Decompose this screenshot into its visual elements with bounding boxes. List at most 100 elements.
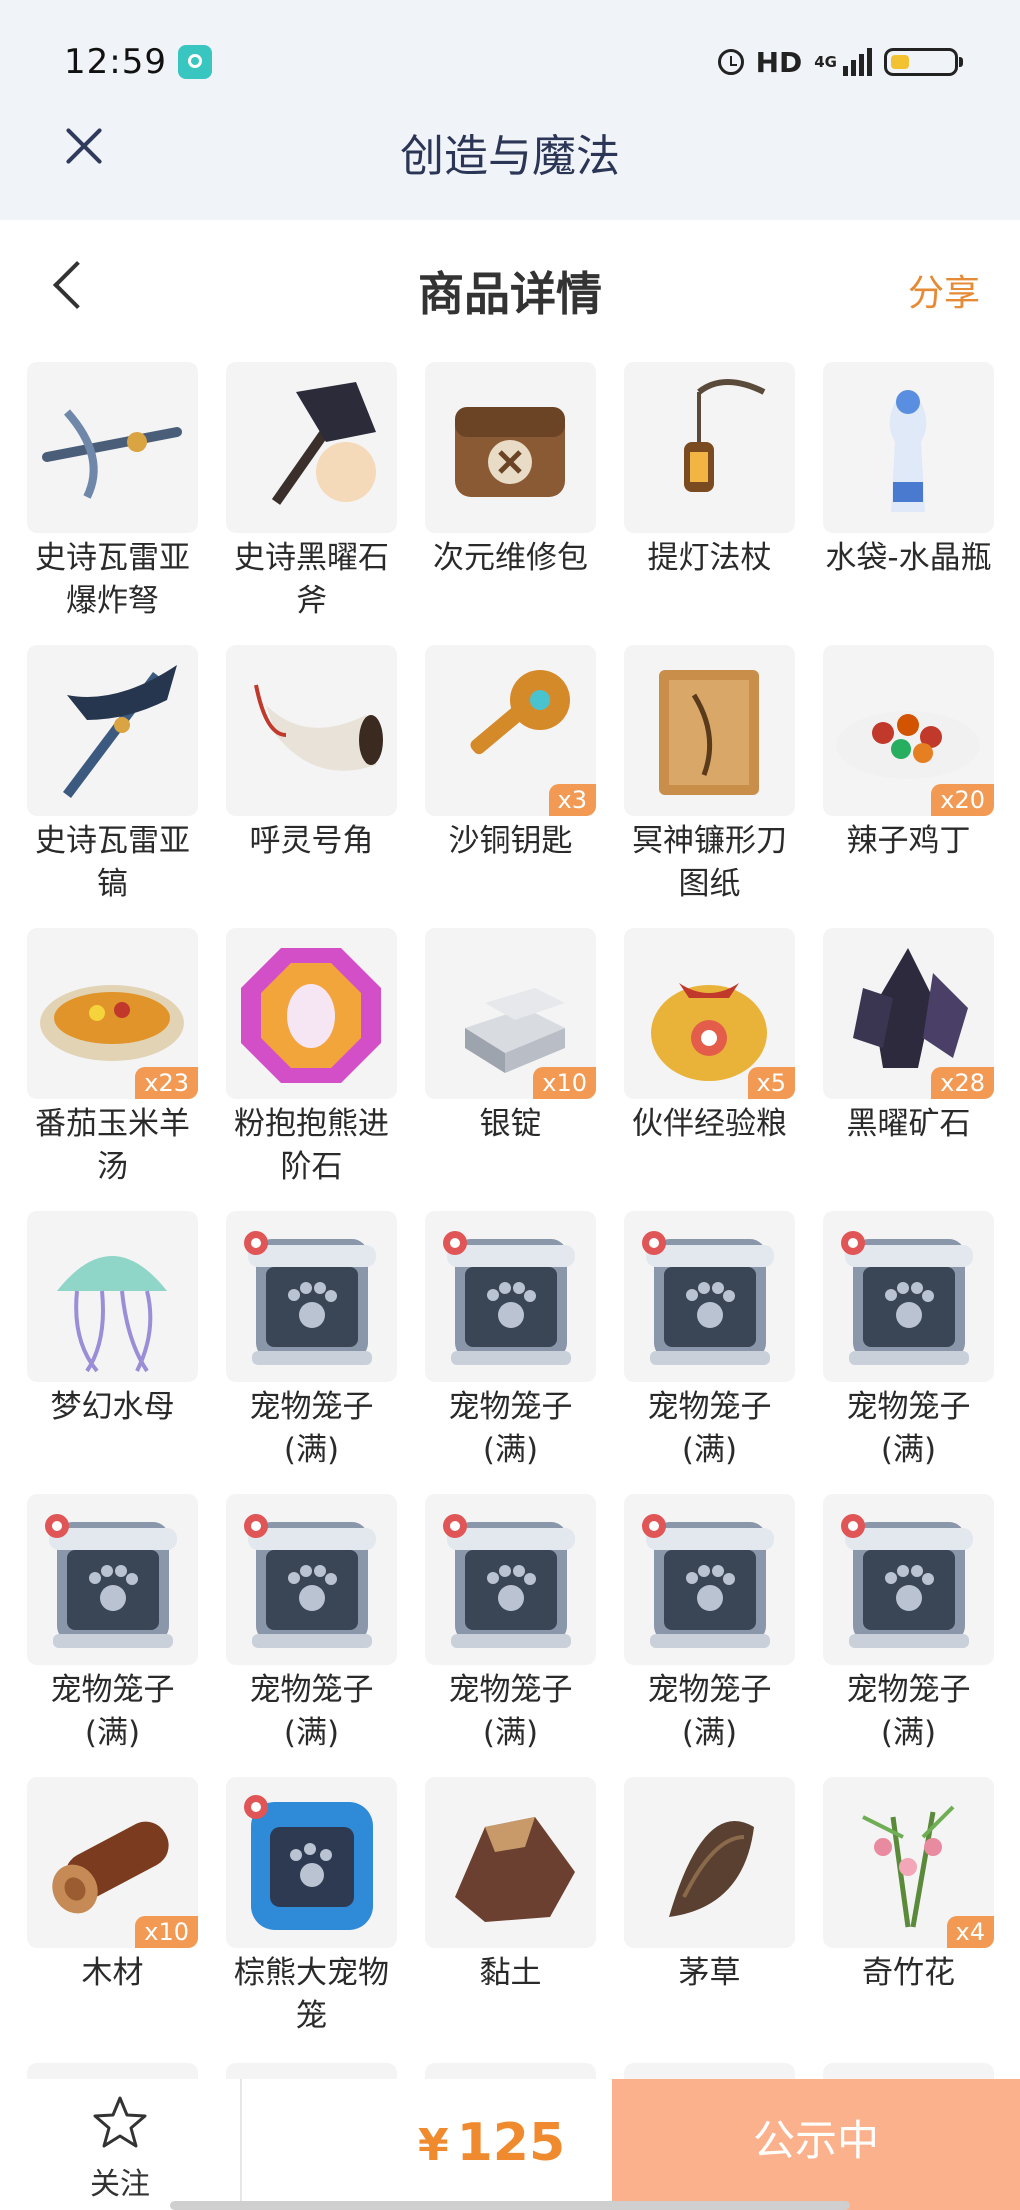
follow-button[interactable]: 关注 [0, 2079, 242, 2210]
item-image [659, 670, 759, 795]
item-card[interactable]: 史诗瓦雷亚镐 [27, 645, 198, 928]
item-image [271, 382, 376, 505]
quantity-badge: x20 [931, 784, 994, 816]
price: ¥125 [418, 2113, 565, 2173]
item-thumbnail [226, 1211, 397, 1382]
quantity-badge: x10 [135, 1916, 198, 1948]
quantity-badge: x3 [548, 784, 596, 816]
item-thumbnail: x4 [823, 1777, 994, 1948]
item-name: 梦幻水母 [50, 1389, 175, 1425]
item-name: 银锭 [479, 1106, 542, 1142]
item-card[interactable]: 茅草 [624, 1777, 795, 2060]
item-name: 提灯法杖 [647, 540, 772, 576]
item-name: 呼灵号角 [249, 823, 374, 859]
item-card[interactable]: x10 木材 [27, 1777, 198, 2060]
share-button[interactable]: 分享 [908, 264, 980, 316]
item-grid: 史诗瓦雷亚爆炸弩 史诗黑曜石斧 次元维修包 提灯法杖 水袋-水晶瓶史诗瓦雷亚镐 呼灵号角 x… [27, 362, 1007, 2060]
item-name: 水袋-水晶瓶 [825, 540, 992, 576]
hd-indicator: HD [755, 45, 803, 79]
follow-label: 关注 [90, 2167, 150, 2202]
item-thumbnail [226, 1494, 397, 1665]
item-card[interactable]: x20 辣子鸡丁 [823, 645, 994, 928]
item-card[interactable]: 冥神镰形刀图纸 [624, 645, 795, 928]
item-name: 宠物笼子(满) [846, 1389, 971, 1468]
quantity-badge: x28 [931, 1067, 994, 1099]
star-icon [93, 2096, 147, 2148]
battery-icon [884, 48, 963, 76]
item-card[interactable]: 黏土 [425, 1777, 596, 2060]
item-thumbnail [226, 1777, 397, 1948]
item-image [455, 1817, 575, 1922]
item-name: 棕熊大宠物笼 [234, 1955, 389, 2034]
item-card[interactable]: 宠物笼子(满) [27, 1494, 198, 1777]
home-indicator [170, 2201, 850, 2210]
item-name: 次元维修包 [433, 540, 588, 576]
item-thumbnail [425, 1777, 596, 1948]
item-image [57, 1256, 167, 1373]
item-name: 史诗瓦雷亚镐 [35, 823, 190, 902]
item-name: 宠物笼子(满) [249, 1389, 374, 1468]
item-card[interactable]: 水袋-水晶瓶 [823, 362, 994, 645]
item-thumbnail [226, 645, 397, 816]
item-card[interactable]: 梦幻水母 [27, 1211, 198, 1494]
status-time: 12:59 [64, 42, 167, 82]
item-card[interactable]: 宠物笼子(满) [425, 1211, 596, 1494]
item-image [669, 1821, 754, 1917]
item-image [63, 665, 177, 798]
item-card[interactable]: x4 奇竹花 [823, 1777, 994, 2060]
item-thumbnail [27, 1211, 198, 1382]
item-name: 奇竹花 [862, 1955, 955, 1991]
item-thumbnail [425, 362, 596, 533]
item-card[interactable]: 史诗黑曜石斧 [226, 362, 397, 645]
item-card[interactable]: x5 伙伴经验粮 [624, 928, 795, 1211]
page-title: 商品详情 [418, 267, 602, 321]
item-name: 宠物笼子(满) [647, 1389, 772, 1468]
item-name: 粉抱抱熊进阶石 [234, 1106, 389, 1185]
item-name: 史诗黑曜石斧 [234, 540, 389, 619]
item-name: 黑曜矿石 [846, 1106, 971, 1142]
item-thumbnail [624, 645, 795, 816]
item-card[interactable]: 史诗瓦雷亚爆炸弩 [27, 362, 198, 645]
item-card[interactable]: 棕熊大宠物笼 [226, 1777, 397, 2060]
item-name: 宠物笼子(满) [50, 1672, 175, 1751]
alarm-icon [717, 49, 744, 75]
item-card[interactable]: 宠物笼子(满) [823, 1211, 994, 1494]
item-card[interactable]: 宠物笼子(满) [823, 1494, 994, 1777]
network-type: 4G [814, 52, 837, 71]
item-image [42, 409, 182, 499]
item-card[interactable]: 次元维修包 [425, 362, 596, 645]
quantity-badge: x4 [946, 1916, 994, 1948]
item-name: 冥神镰形刀图纸 [632, 823, 787, 902]
status-button[interactable]: 公示中 [612, 2079, 1020, 2210]
item-card[interactable]: 宠物笼子(满) [226, 1494, 397, 1777]
item-thumbnail [27, 362, 198, 533]
item-image [244, 1514, 376, 1648]
item-card[interactable]: x10 银锭 [425, 928, 596, 1211]
item-card[interactable]: 呼灵号角 [226, 645, 397, 928]
item-card[interactable]: 宠物笼子(满) [624, 1211, 795, 1494]
item-card[interactable]: x23 番茄玉米羊汤 [27, 928, 198, 1211]
item-card[interactable]: x28 黑曜矿石 [823, 928, 994, 1211]
item-thumbnail [823, 362, 994, 533]
item-image [244, 1795, 373, 1930]
app-header-area: 12:59 HD 4G 创造与魔法 [0, 0, 1020, 220]
item-card[interactable]: x3 沙铜钥匙 [425, 645, 596, 928]
signal-icon [843, 48, 872, 76]
item-thumbnail: x5 [624, 928, 795, 1099]
item-thumbnail: x10 [27, 1777, 198, 1948]
item-thumbnail [823, 1211, 994, 1382]
item-card[interactable]: 宠物笼子(满) [624, 1494, 795, 1777]
price-value: 125 [456, 2113, 566, 2173]
item-card[interactable]: 宠物笼子(满) [226, 1211, 397, 1494]
item-image [642, 1231, 774, 1365]
item-name: 沙铜钥匙 [448, 823, 573, 859]
item-thumbnail [624, 1494, 795, 1665]
item-card[interactable]: 提灯法杖 [624, 362, 795, 645]
item-card[interactable]: 粉抱抱熊进阶石 [226, 928, 397, 1211]
item-thumbnail [27, 645, 198, 816]
item-card[interactable]: 宠物笼子(满) [425, 1494, 596, 1777]
item-name: 宠物笼子(满) [846, 1672, 971, 1751]
item-image [841, 1514, 973, 1648]
item-thumbnail: x3 [425, 645, 596, 816]
item-image [443, 1231, 575, 1365]
